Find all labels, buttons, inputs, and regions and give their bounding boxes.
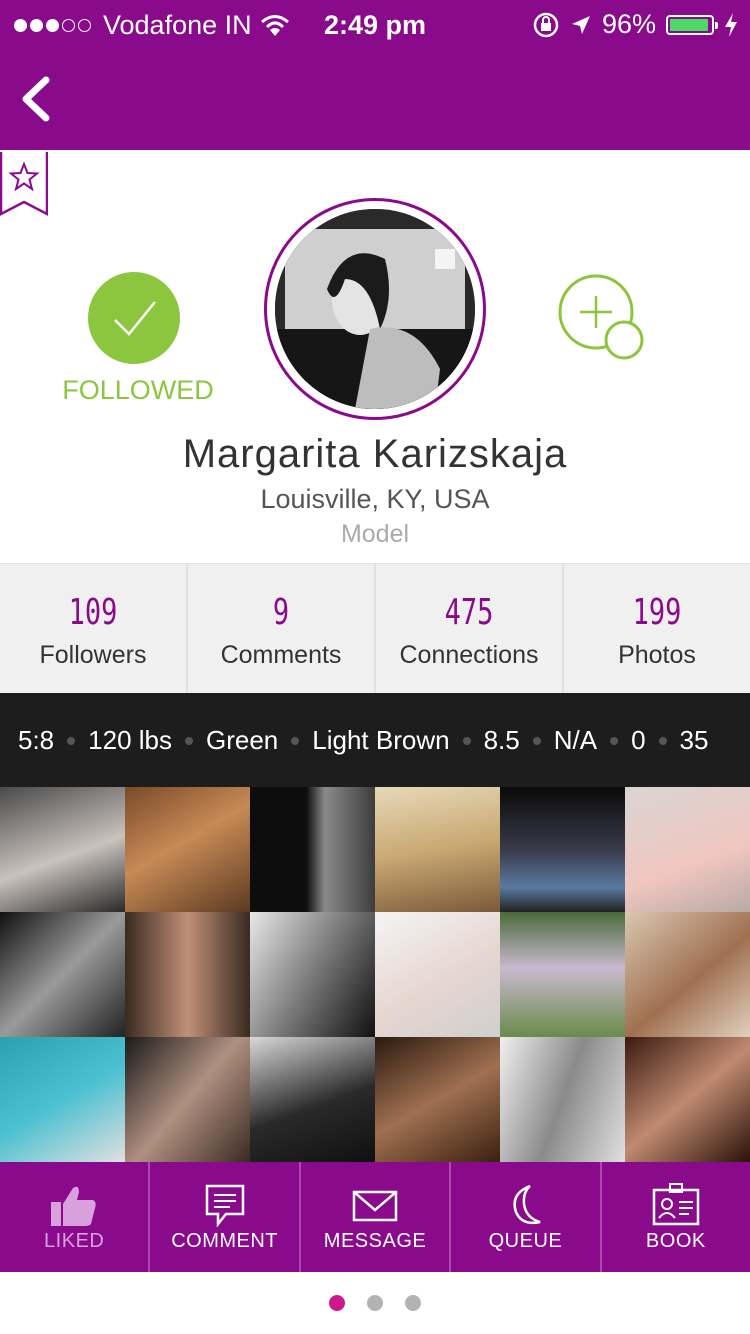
action-label: BOOK [645, 1230, 706, 1252]
stats-bar: 109 Followers 9 Comments 475 Connections… [0, 563, 750, 694]
stat-value: 109 [68, 592, 118, 633]
stat-label: Connections [399, 641, 539, 669]
attribute-height: 5:8 [18, 725, 55, 755]
attribute-value: N/A [553, 725, 598, 755]
attribute-value: 35 [679, 725, 709, 755]
attribute-eye-color: Green [206, 725, 279, 755]
queue-button[interactable]: QUEUE [451, 1162, 602, 1272]
profile-role: Model [340, 520, 410, 548]
attributes-bar[interactable]: 5:8 120 lbs Green Light Brown 8.5 N/A 0 … [0, 693, 750, 787]
action-label: LIKED [44, 1230, 105, 1252]
status-bar: Vodafone IN 2:49 pm 96% [0, 0, 750, 52]
photo-thumbnail[interactable] [500, 912, 625, 1037]
page-dot-active[interactable] [329, 1295, 345, 1311]
profile-header: FOLLOWED Margarita Karizskaja Louisville… [0, 150, 750, 563]
stat-label: Comments [220, 641, 342, 669]
followed-button[interactable] [88, 272, 180, 364]
profile-name: Margarita Karizskaja [182, 432, 568, 476]
separator-dot [67, 736, 76, 745]
photo-thumbnail[interactable] [250, 787, 375, 912]
action-label: MESSAGE [323, 1230, 427, 1252]
photo-thumbnail[interactable] [250, 1037, 375, 1162]
add-connection-icon[interactable] [556, 274, 648, 364]
separator-dot [658, 736, 667, 745]
separator-dot [610, 736, 619, 745]
photo-thumbnail[interactable] [0, 787, 125, 912]
thumbs-up-icon [51, 1186, 96, 1226]
photo-thumbnail[interactable] [0, 1037, 125, 1162]
favorite-star-ribbon-icon[interactable] [0, 152, 48, 216]
page-indicator [0, 1272, 750, 1334]
photo-thumbnail[interactable] [500, 787, 625, 912]
moon-icon [513, 1184, 541, 1225]
rotation-lock-icon [533, 12, 559, 37]
stat-connections[interactable]: 475 Connections [376, 564, 564, 694]
action-bar: LIKED COMMENT MESSAGE QUEUE BOOK [0, 1162, 750, 1272]
location-arrow-icon [571, 15, 590, 34]
photo-grid [0, 787, 750, 1162]
envelope-icon [352, 1190, 398, 1222]
attribute-hair-color: Light Brown [312, 725, 450, 755]
profile-photo-ring [264, 198, 486, 420]
profile-photo[interactable] [275, 209, 475, 409]
photo-thumbnail[interactable] [625, 1037, 750, 1162]
photo-thumbnail[interactable] [500, 1037, 625, 1162]
separator-dot [532, 736, 541, 745]
separator-dot [462, 736, 471, 745]
stat-label: Photos [618, 641, 696, 669]
photo-thumbnail[interactable] [375, 1037, 500, 1162]
photo-thumbnail[interactable] [125, 1037, 250, 1162]
action-label: COMMENT [171, 1230, 279, 1252]
navigation-bar [0, 52, 750, 150]
comment-button[interactable]: COMMENT [150, 1162, 301, 1272]
stat-label: Followers [39, 641, 147, 669]
photo-thumbnail[interactable] [625, 912, 750, 1037]
stat-comments[interactable]: 9 Comments [188, 564, 376, 694]
attribute-weight: 120 lbs [88, 725, 172, 755]
photo-thumbnail[interactable] [375, 787, 500, 912]
photo-thumbnail[interactable] [625, 787, 750, 912]
charging-bolt-icon [725, 12, 737, 37]
photo-thumbnail[interactable] [125, 787, 250, 912]
stat-value: 9 [272, 592, 290, 633]
profile-location: Louisville, KY, USA [260, 484, 490, 514]
photo-thumbnail[interactable] [125, 912, 250, 1037]
id-card-icon [652, 1183, 700, 1226]
liked-button[interactable]: LIKED [0, 1162, 151, 1272]
page-dot[interactable] [367, 1295, 383, 1311]
checkmark-icon [114, 301, 156, 336]
attribute-shoe-size: 8.5 [483, 725, 520, 755]
comment-icon [205, 1184, 244, 1228]
photo-thumbnail[interactable] [375, 912, 500, 1037]
separator-dot [185, 736, 193, 745]
photo-thumbnail[interactable] [250, 912, 375, 1037]
attribute-value: 0 [631, 725, 646, 755]
book-button[interactable]: BOOK [602, 1162, 750, 1272]
followed-label: FOLLOWED [62, 375, 214, 405]
photo-thumbnail[interactable] [0, 912, 125, 1037]
back-arrow-icon[interactable] [14, 74, 64, 124]
action-label: QUEUE [488, 1230, 563, 1252]
separator-dot [291, 736, 300, 745]
battery-icon [666, 14, 718, 35]
message-button[interactable]: MESSAGE [301, 1162, 452, 1272]
page-dot[interactable] [405, 1295, 421, 1311]
stat-value: 475 [444, 592, 494, 633]
stat-photos[interactable]: 199 Photos [564, 564, 750, 694]
stat-followers[interactable]: 109 Followers [0, 564, 188, 694]
stat-value: 199 [632, 592, 682, 633]
battery-percentage: 96% [601, 9, 656, 39]
